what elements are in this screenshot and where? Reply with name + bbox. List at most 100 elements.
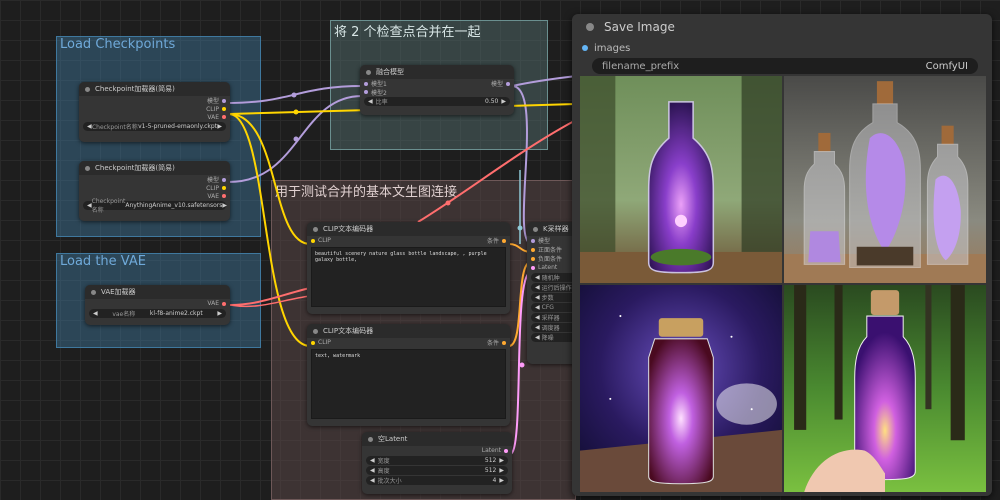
- model-pin-icon[interactable]: [364, 90, 368, 94]
- node-title: CLIP文本编码器: [323, 327, 374, 335]
- prompt-textarea[interactable]: text, watermark: [311, 349, 506, 419]
- prompt-textarea[interactable]: beautiful scenery nature glass bottle la…: [311, 247, 506, 307]
- checkpoint-name-combo[interactable]: ◀ Checkpoint名称 AnythingAnime_v10.safeten…: [83, 198, 227, 214]
- checkpoint-name-combo[interactable]: ◀ Checkpoint名称 v1-5-pruned-emaonly.ckpt …: [83, 122, 226, 131]
- preview-image-4[interactable]: [784, 285, 986, 492]
- empty-latent-node[interactable]: 空Latent Latent ◀ 宽度 512 ▶ ◀ 高度 512 ▶ ◀ 批次大小 4 ▶: [362, 432, 512, 494]
- vae-name-combo[interactable]: ◀ vae名称 kl-f8-anime2.ckpt ▶: [89, 309, 226, 318]
- arrow-right-icon[interactable]: ▶: [496, 477, 504, 484]
- node-header[interactable]: Checkpoint加载器(简易): [79, 82, 230, 96]
- vae-loader-node[interactable]: VAE加载器 VAE ◀ vae名称 kl-f8-anime2.ckpt ▶: [85, 285, 230, 325]
- vae-pin-icon[interactable]: [222, 115, 226, 119]
- latent-number-widget[interactable]: ◀ 批次大小 4 ▶: [366, 476, 508, 485]
- filename-prefix-input[interactable]: filename_prefix ComfyUI: [592, 58, 978, 74]
- vae-pin-icon[interactable]: [222, 194, 226, 198]
- arrow-right-icon[interactable]: ▶: [496, 457, 504, 464]
- node-title: Checkpoint加载器(简易): [95, 85, 175, 93]
- group-title: 用于测试合并的基本文生图连接: [275, 185, 458, 200]
- node-header[interactable]: CLIP文本编码器: [307, 222, 510, 236]
- arrow-right-icon[interactable]: ▶: [498, 98, 506, 105]
- collapse-dot-icon[interactable]: [313, 328, 318, 334]
- collapse-dot-icon[interactable]: [85, 165, 90, 171]
- arrow-right-icon[interactable]: ▶: [217, 123, 222, 130]
- arrow-left-icon[interactable]: ◀: [87, 123, 92, 130]
- latent-number-widget[interactable]: ◀ 高度 512 ▶: [366, 466, 508, 475]
- clip-pin-icon[interactable]: [311, 238, 315, 243]
- group-title: Load Checkpoints: [60, 37, 176, 52]
- checkpoint-loader-node-1[interactable]: Checkpoint加载器(简易) 模型 CLIP VAE ◀ Checkpoi…: [79, 82, 230, 142]
- clip-pin-icon[interactable]: [222, 186, 226, 190]
- group-title: Load the VAE: [60, 254, 146, 269]
- arrow-left-icon[interactable]: ◀: [535, 314, 540, 321]
- node-title: 空Latent: [378, 435, 408, 443]
- arrow-left-icon[interactable]: ◀: [535, 324, 540, 331]
- output-slot-clip[interactable]: CLIP: [79, 105, 230, 113]
- slot-pin-icon[interactable]: [531, 247, 535, 252]
- arrow-left-icon[interactable]: ◀: [535, 294, 540, 301]
- checkpoint-loader-node-2[interactable]: Checkpoint加载器(简易) 模型 CLIP VAE ◀ Checkpoi…: [79, 161, 230, 221]
- slot-row: CLIP 条件: [307, 236, 510, 245]
- model-pin-icon[interactable]: [364, 81, 368, 86]
- arrow-right-icon[interactable]: ▶: [217, 310, 222, 317]
- arrow-left-icon[interactable]: ◀: [535, 304, 540, 311]
- input-slot-images[interactable]: images: [572, 40, 992, 56]
- output-slot-clip[interactable]: CLIP: [79, 184, 230, 192]
- model-pin-icon[interactable]: [222, 98, 226, 103]
- latent-number-widget[interactable]: ◀ 宽度 512 ▶: [366, 456, 508, 465]
- output-slot-vae[interactable]: VAE: [85, 299, 230, 308]
- clip-text-encode-negative-node[interactable]: CLIP文本编码器 CLIP 条件 text, watermark: [307, 324, 510, 426]
- collapse-dot-icon[interactable]: [85, 86, 90, 92]
- output-slot-model[interactable]: 模型: [79, 96, 230, 105]
- clip-text-encode-positive-node[interactable]: CLIP文本编码器 CLIP 条件 beautiful scenery natu…: [307, 222, 510, 314]
- node-title: K采样器: [543, 225, 569, 233]
- output-slot-latent[interactable]: Latent: [362, 446, 512, 455]
- node-title: Save Image: [604, 20, 675, 34]
- latent-pin-icon[interactable]: [504, 448, 508, 453]
- conditioning-pin-icon[interactable]: [502, 340, 506, 345]
- ratio-slider[interactable]: ◀ 比率 0.50 ▶: [364, 97, 510, 106]
- slot-row: CLIP 条件: [307, 338, 510, 347]
- slot-row-2: 模型2: [360, 88, 514, 97]
- node-header[interactable]: Checkpoint加载器(简易): [79, 161, 230, 175]
- vae-pin-icon[interactable]: [222, 301, 226, 306]
- collapse-dot-icon[interactable]: [366, 69, 371, 75]
- arrow-left-icon[interactable]: ◀: [93, 310, 98, 317]
- node-header[interactable]: 融合模型: [360, 65, 514, 79]
- group-title: 将 2 个检查点合并在一起: [334, 25, 481, 40]
- node-canvas[interactable]: Load Checkpoints Load the VAE 将 2 个检查点合并…: [0, 0, 1000, 500]
- arrow-left-icon[interactable]: ◀: [535, 334, 540, 341]
- node-title: VAE加载器: [101, 288, 136, 296]
- model-merge-node[interactable]: 融合模型 模型1 模型 模型2 ◀ 比率 0.50 ▶: [360, 65, 514, 115]
- image-preview-grid: [580, 76, 986, 492]
- slot-pin-icon[interactable]: [531, 238, 535, 243]
- node-header[interactable]: CLIP文本编码器: [307, 324, 510, 338]
- image-pin-icon[interactable]: [582, 45, 588, 51]
- output-slot-vae[interactable]: VAE: [79, 113, 230, 121]
- node-header[interactable]: VAE加载器: [85, 285, 230, 299]
- save-image-node[interactable]: Save Image images filename_prefix ComfyU…: [572, 14, 992, 496]
- arrow-left-icon[interactable]: ◀: [535, 274, 540, 281]
- slot-pin-icon[interactable]: [531, 256, 535, 261]
- collapse-dot-icon[interactable]: [91, 289, 96, 295]
- node-header[interactable]: 空Latent: [362, 432, 512, 446]
- preview-image-3[interactable]: [580, 285, 782, 492]
- collapse-dot-icon[interactable]: [313, 226, 318, 232]
- node-title: Checkpoint加载器(简易): [95, 164, 175, 172]
- output-slot-model[interactable]: 模型: [79, 175, 230, 184]
- node-header[interactable]: Save Image: [572, 14, 992, 40]
- node-title: CLIP文本编码器: [323, 225, 374, 233]
- clip-pin-icon[interactable]: [311, 340, 315, 345]
- conditioning-pin-icon[interactable]: [502, 238, 506, 243]
- arrow-right-icon[interactable]: ▶: [496, 467, 504, 474]
- collapse-dot-icon[interactable]: [533, 226, 538, 232]
- preview-image-2[interactable]: [784, 76, 986, 283]
- slot-pin-icon[interactable]: [531, 265, 535, 270]
- collapse-dot-icon[interactable]: [586, 23, 594, 31]
- arrow-right-icon[interactable]: ▶: [222, 202, 227, 209]
- model-pin-icon[interactable]: [222, 177, 226, 182]
- preview-image-1[interactable]: [580, 76, 782, 283]
- arrow-left-icon[interactable]: ◀: [535, 284, 540, 291]
- clip-pin-icon[interactable]: [222, 107, 226, 111]
- collapse-dot-icon[interactable]: [368, 436, 373, 442]
- model-pin-icon[interactable]: [506, 81, 510, 86]
